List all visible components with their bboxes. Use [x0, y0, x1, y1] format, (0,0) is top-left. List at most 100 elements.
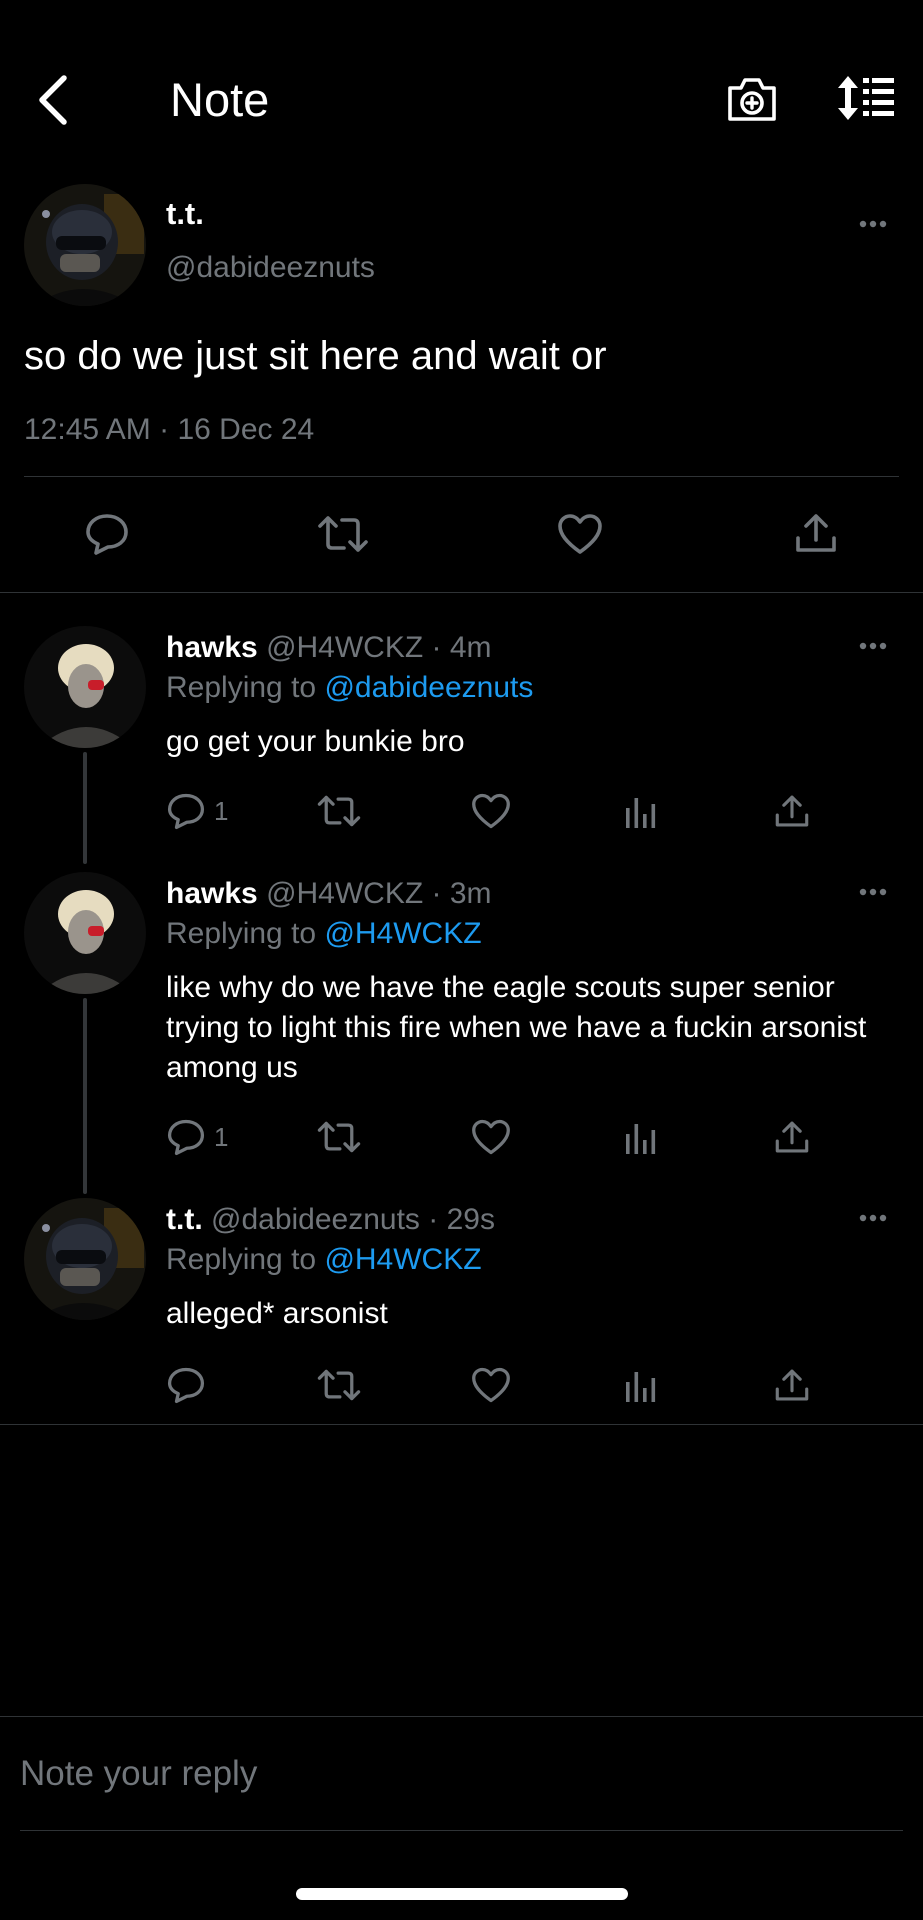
reply-icon: [86, 514, 128, 555]
meta-separator: ·: [428, 1203, 439, 1236]
sort-button[interactable]: [836, 74, 896, 122]
replying-to-link[interactable]: @dabideeznuts: [324, 671, 533, 704]
composer-divider-bottom: [20, 1830, 903, 1831]
reply-name[interactable]: hawks: [166, 631, 258, 664]
reply-handle[interactable]: @H4WCKZ: [266, 877, 423, 910]
replying-to-link[interactable]: @H4WCKZ: [324, 1243, 481, 1276]
reply-renote-button[interactable]: [316, 792, 362, 830]
replies-divider: [0, 1424, 923, 1425]
tt-avatar: [24, 1198, 146, 1320]
note-divider-top: [24, 476, 899, 477]
renote-icon: [317, 1369, 361, 1401]
composer-divider-top: [0, 1716, 923, 1717]
share-icon: [775, 1121, 809, 1153]
note-time: 12:45 AM: [24, 413, 151, 446]
reply-handle[interactable]: @H4WCKZ: [266, 631, 423, 664]
reply-name[interactable]: t.t.: [166, 1203, 203, 1236]
analytics-icon: [626, 1124, 656, 1154]
home-indicator[interactable]: [296, 1888, 628, 1900]
sort-icon: [838, 76, 894, 120]
reply-icon: [167, 793, 205, 830]
like-icon: [472, 1367, 510, 1403]
note-like-button[interactable]: [556, 512, 604, 556]
thread-line: [83, 752, 87, 864]
reply-avatar[interactable]: [24, 872, 146, 994]
page-title: Note: [170, 73, 270, 126]
like-icon: [472, 793, 510, 829]
more-icon: [859, 642, 887, 650]
replying-to: Replying to @H4WCKZ: [166, 914, 482, 954]
like-icon: [558, 514, 602, 554]
reply-reply-button[interactable]: [166, 1118, 206, 1156]
reply-input[interactable]: [20, 1748, 900, 1800]
note-text: so do we just sit here and wait or: [24, 334, 607, 378]
analytics-icon: [626, 1372, 656, 1402]
renote-icon: [318, 516, 368, 552]
note-timestamp: 12:45 AM · 16 Dec 24: [24, 410, 314, 450]
meta-separator: ·: [431, 877, 442, 910]
reply-avatar[interactable]: [24, 626, 146, 748]
replying-to-link[interactable]: @H4WCKZ: [324, 917, 481, 950]
reply-count: 1: [214, 796, 229, 826]
reply-time: 29s: [446, 1203, 495, 1236]
reply-analytics-button[interactable]: [624, 794, 658, 830]
reply-meta: hawks @H4WCKZ · 4m: [166, 628, 492, 668]
reply-renote-button[interactable]: [316, 1366, 362, 1404]
reply-meta: hawks @H4WCKZ · 3m: [166, 874, 492, 914]
note-more-button[interactable]: [855, 214, 895, 234]
note-date: 16 Dec 24: [177, 413, 315, 446]
replying-prefix: Replying to: [166, 671, 317, 704]
renote-icon: [317, 795, 361, 827]
back-button[interactable]: [30, 72, 80, 128]
like-icon: [472, 1119, 510, 1155]
reply-more-button[interactable]: [855, 1208, 895, 1228]
reply-name[interactable]: hawks: [166, 877, 258, 910]
share-icon: [775, 795, 809, 827]
reply-meta: t.t. @dabideeznuts · 29s: [166, 1200, 495, 1240]
hawks-avatar: [24, 626, 146, 748]
timestamp-separator: ·: [159, 413, 170, 446]
note-divider-bottom: [0, 592, 923, 593]
replying-prefix: Replying to: [166, 1243, 317, 1276]
reply-handle[interactable]: @dabideeznuts: [211, 1203, 420, 1236]
reply-icon: [167, 1119, 205, 1156]
note-reply-button[interactable]: [84, 512, 130, 556]
hawks-avatar: [24, 872, 146, 994]
reply-count: 1: [214, 1122, 229, 1152]
reply-share-button[interactable]: [774, 1118, 810, 1156]
reply-time: 4m: [449, 631, 492, 664]
reply-text: like why do we have the eagle scouts sup…: [166, 971, 867, 1084]
author-display-name[interactable]: t.t.: [166, 194, 204, 234]
reply-avatar[interactable]: [24, 1198, 146, 1320]
camera-plus-button[interactable]: [726, 74, 778, 124]
replying-to: Replying to @H4WCKZ: [166, 1240, 482, 1280]
reply-like-button[interactable]: [470, 1118, 512, 1156]
reply-like-button[interactable]: [470, 792, 512, 830]
reply-reply-button[interactable]: [166, 1366, 206, 1404]
reply-icon: [167, 1367, 205, 1404]
reply-analytics-button[interactable]: [624, 1120, 658, 1156]
renote-icon: [317, 1121, 361, 1153]
share-icon: [796, 514, 836, 552]
reply-more-button[interactable]: [855, 882, 895, 902]
reply-renote-button[interactable]: [316, 1118, 362, 1156]
thread-line: [83, 998, 87, 1194]
author-handle[interactable]: @dabideeznuts: [166, 248, 375, 288]
note-share-button[interactable]: [794, 510, 838, 556]
share-icon: [775, 1369, 809, 1401]
author-avatar[interactable]: [24, 184, 146, 306]
reply-share-button[interactable]: [774, 1366, 810, 1404]
more-icon: [859, 888, 887, 896]
reply-analytics-button[interactable]: [624, 1368, 658, 1404]
camera-plus-icon: [728, 78, 776, 121]
reply-like-button[interactable]: [470, 1366, 512, 1404]
reply-share-button[interactable]: [774, 792, 810, 830]
replying-to: Replying to @dabideeznuts: [166, 668, 533, 708]
reply-text: alleged* arsonist: [166, 1297, 388, 1330]
note-renote-button[interactable]: [316, 512, 370, 556]
reply-more-button[interactable]: [855, 636, 895, 656]
reply-reply-button[interactable]: [166, 792, 206, 830]
meta-separator: ·: [431, 631, 442, 664]
more-icon: [859, 220, 887, 228]
analytics-icon: [626, 798, 656, 828]
